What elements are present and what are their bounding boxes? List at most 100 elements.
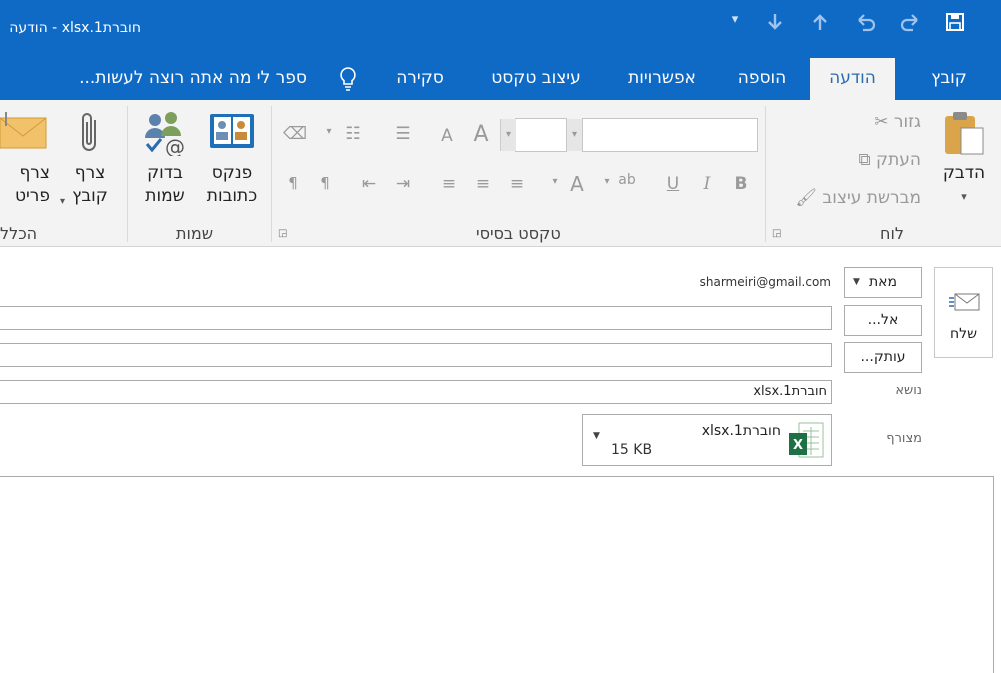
- undo-icon[interactable]: [853, 12, 879, 37]
- lightbulb-icon: [338, 66, 358, 96]
- paintbrush-icon: 🖌: [795, 188, 817, 208]
- subject-label: נושא: [895, 383, 922, 398]
- copy-label: העתק: [876, 150, 921, 170]
- scissors-icon: ✂: [874, 112, 889, 132]
- address-book-label-1: פנקס: [211, 163, 253, 183]
- align-center-icon[interactable]: ≡: [472, 174, 494, 194]
- attach-item-label-1: צרף: [19, 163, 50, 183]
- tab-file[interactable]: קובץ: [916, 58, 982, 100]
- tab-options[interactable]: אפשרויות: [612, 58, 712, 100]
- grow-font-icon[interactable]: A: [470, 122, 492, 147]
- window-title: חוברת1.xlsx - הודעה: [9, 20, 141, 36]
- attach-file-button[interactable]: צרף קובץ: [60, 110, 120, 208]
- cut-label: גזור: [893, 112, 921, 132]
- check-names-label-1: בדוק: [147, 163, 183, 183]
- redo-icon[interactable]: [897, 12, 923, 37]
- from-dropdown-icon: ▼: [853, 277, 860, 287]
- group-separator: [127, 106, 128, 242]
- attachment-item[interactable]: X חוברת1.xlsx 15 KB ▼: [582, 414, 832, 466]
- bullets-icon[interactable]: ☷: [342, 124, 364, 144]
- font-color-dropdown-icon[interactable]: ▾: [544, 176, 566, 187]
- attached-label: מצורף: [886, 431, 922, 446]
- attach-file-label-2: קובץ: [72, 186, 108, 206]
- svg-text:X: X: [793, 438, 803, 453]
- ribbon: הדבק ▾ גזור ✂ העתק ⧉ מברשת עיצוב 🖌 לוח ◲…: [0, 100, 1001, 247]
- highlight-dropdown-icon[interactable]: ▾: [596, 176, 618, 187]
- group-label-include: הכלל: [0, 224, 38, 243]
- underline-icon[interactable]: U: [662, 174, 684, 194]
- check-names-icon: @: [136, 110, 194, 162]
- outlook-message-window: חוברת1.xlsx - הודעה ▾ קובץ הודעה הוספה א…: [0, 0, 1001, 673]
- title-bar: חוברת1.xlsx - הודעה ▾: [0, 0, 1001, 58]
- attach-file-dropdown-icon[interactable]: ▾: [60, 196, 65, 207]
- attachment-dropdown-icon[interactable]: ▼: [593, 431, 600, 441]
- address-book-icon: [198, 110, 266, 162]
- excel-file-icon: X: [789, 421, 825, 463]
- tell-me-search[interactable]: ספר לי מה אתה רוצה לעשות...: [50, 58, 336, 100]
- from-address: sharmeiri@gmail.com: [699, 275, 831, 289]
- paste-label: הדבק: [942, 163, 986, 183]
- cut-button[interactable]: גזור ✂: [874, 112, 921, 132]
- paperclip-icon: [60, 110, 120, 162]
- attachment-name: חוברת1.xlsx: [701, 423, 781, 439]
- shrink-font-icon[interactable]: A: [436, 126, 458, 146]
- subject-field[interactable]: חוברת1.xlsx: [0, 380, 832, 404]
- arrow-down-icon[interactable]: [762, 12, 788, 37]
- group-label-clipboard: לוח: [880, 224, 904, 243]
- rtl-paragraph-icon[interactable]: ¶: [314, 174, 336, 192]
- from-button[interactable]: מאת ▼: [844, 267, 922, 298]
- format-painter-button[interactable]: מברשת עיצוב 🖌: [795, 188, 921, 208]
- highlight-icon[interactable]: ab: [616, 172, 638, 188]
- clear-formatting-icon[interactable]: ⌫: [283, 124, 307, 144]
- tab-review[interactable]: סקירה: [380, 58, 460, 100]
- font-size-box[interactable]: [515, 118, 567, 152]
- tab-format-text[interactable]: עיצוב טקסט: [470, 58, 602, 100]
- to-field[interactable]: [0, 306, 832, 330]
- align-right-icon[interactable]: ≡: [506, 174, 528, 194]
- customize-qat-icon[interactable]: ▾: [722, 12, 748, 27]
- from-label: מאת: [868, 274, 898, 290]
- clipboard-icon: [934, 108, 994, 162]
- group-label-basic-text: טקסט בסיסי: [476, 224, 561, 243]
- arrow-up-icon[interactable]: [807, 12, 833, 37]
- save-icon[interactable]: [942, 12, 968, 37]
- address-book-label-2: כתובות: [206, 186, 258, 206]
- bold-icon[interactable]: B: [730, 174, 752, 194]
- group-label-names: שמות: [176, 224, 214, 243]
- ltr-paragraph-icon[interactable]: ¶: [282, 174, 304, 192]
- tab-insert[interactable]: הוספה: [722, 58, 802, 100]
- decrease-indent-icon[interactable]: ⇤: [358, 174, 380, 194]
- bullets-dropdown-icon[interactable]: ▾: [318, 126, 340, 137]
- group-separator: [271, 106, 272, 242]
- align-left-icon[interactable]: ≡: [438, 174, 460, 194]
- message-body[interactable]: [0, 476, 994, 673]
- compose-area: שלח מאת ▼ sharmeiri@gmail.com אל... עותק…: [0, 248, 1001, 673]
- cc-button[interactable]: עותק...: [844, 342, 922, 373]
- copy-icon: ⧉: [858, 150, 871, 170]
- send-button[interactable]: שלח: [934, 267, 993, 358]
- envelope-icon: [0, 110, 50, 162]
- tab-message[interactable]: הודעה: [810, 58, 895, 100]
- attach-file-label-1: צרף: [74, 163, 106, 183]
- cc-field[interactable]: [0, 343, 832, 367]
- paste-button[interactable]: הדבק ▾: [934, 108, 994, 208]
- font-name-box[interactable]: [582, 118, 758, 152]
- svg-text:@: @: [165, 135, 185, 156]
- address-book-button[interactable]: פנקס כתובות: [198, 110, 266, 208]
- copy-button[interactable]: העתק ⧉: [858, 150, 921, 170]
- font-color-icon[interactable]: A: [566, 172, 588, 196]
- font-size-dropdown-icon[interactable]: ▾: [500, 119, 516, 151]
- check-names-button[interactable]: @ בדוק שמות: [136, 110, 194, 208]
- attachment-size: 15 KB: [611, 442, 653, 458]
- font-name-dropdown-icon[interactable]: ▾: [566, 119, 582, 151]
- attach-item-button[interactable]: צרף פריט: [0, 110, 50, 208]
- to-button[interactable]: אל...: [844, 305, 922, 336]
- attach-item-label-2: פריט: [14, 186, 50, 206]
- basic-text-launcher-icon[interactable]: ◲: [278, 228, 287, 239]
- italic-icon[interactable]: I: [696, 174, 718, 194]
- numbering-icon[interactable]: ☰: [392, 124, 414, 144]
- clipboard-launcher-icon[interactable]: ◲: [772, 228, 781, 239]
- group-separator: [765, 106, 766, 242]
- increase-indent-icon[interactable]: ⇥: [392, 174, 414, 194]
- send-label: שלח: [949, 326, 978, 342]
